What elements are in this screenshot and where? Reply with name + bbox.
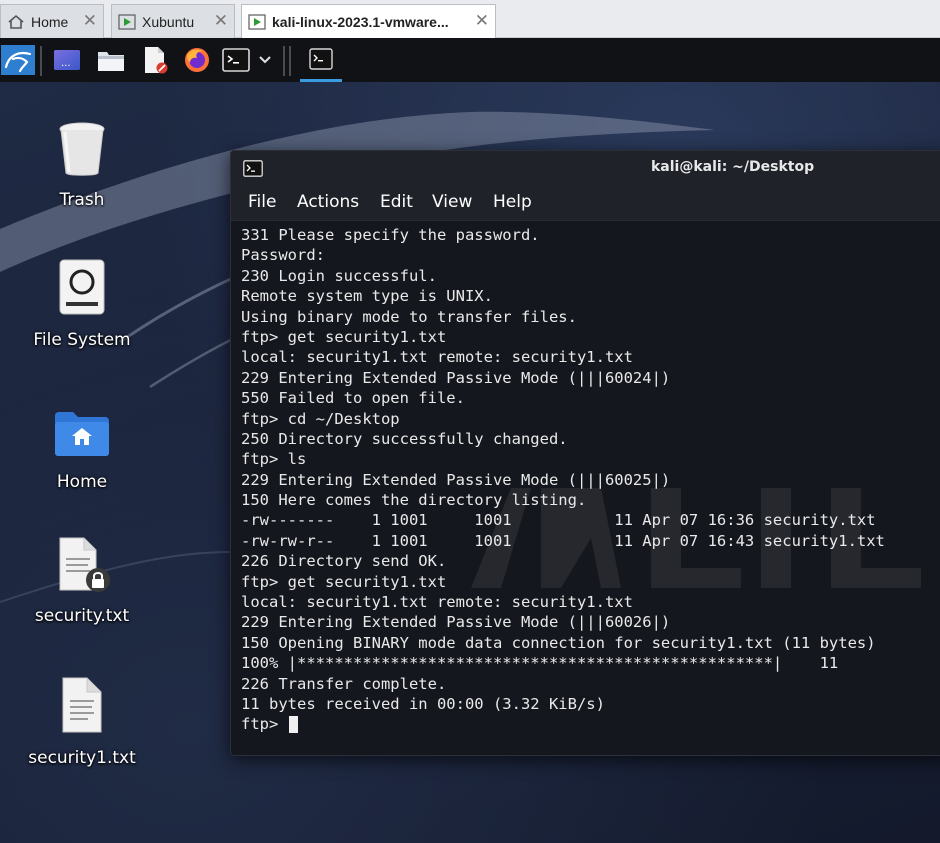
panel-separator	[289, 46, 291, 76]
panel-separator	[40, 46, 42, 76]
tab-label: Home	[31, 13, 69, 30]
desktop-icon-label: security1.txt	[28, 748, 136, 768]
panel-separator	[283, 46, 285, 76]
terminal-line: 331 Please specify the password.	[241, 226, 540, 244]
terminal-menubar: File Actions Edit View Help	[231, 185, 940, 221]
home-icon	[7, 14, 25, 30]
file-manager-icon[interactable]	[96, 45, 126, 75]
drive-icon	[58, 252, 106, 316]
terminal-line: Using binary mode to transfer files.	[241, 307, 577, 326]
desktop-icon-label: Home	[56, 472, 108, 492]
home-folder-icon	[53, 394, 111, 458]
terminal-line: 230 Login successful.	[241, 266, 437, 285]
vm-play-icon	[248, 13, 266, 30]
close-icon[interactable]: ✕	[214, 12, 228, 30]
terminal-prompt: ftp>	[241, 715, 288, 734]
kali-menu-icon[interactable]	[0, 45, 36, 75]
desktop-icon-file-system[interactable]: File System	[12, 252, 152, 350]
terminal-icon	[309, 47, 333, 70]
terminal-line: 150 Opening BINARY mode data connection …	[241, 633, 876, 652]
text-cursor	[288, 716, 298, 734]
terminal-line: local: security1.txt remote: security1.t…	[241, 348, 633, 367]
locked-file-icon	[52, 530, 112, 594]
vm-play-icon	[118, 13, 136, 30]
terminal-line: 226 Transfer complete.	[241, 674, 447, 693]
terminal-line: 229 Entering Extended Passive Mode (|||6…	[241, 470, 671, 489]
firefox-icon[interactable]	[182, 45, 212, 75]
desktop-icon[interactable]: ...	[52, 45, 82, 75]
desktop-icon-security-txt[interactable]: security.txt	[12, 530, 152, 626]
terminal-icon	[243, 160, 263, 181]
terminal-lines: 331 Please specify the password. Passwor…	[241, 225, 885, 735]
desktop-icon-label: security.txt	[34, 606, 130, 626]
terminal-line: Remote system type is UNIX.	[241, 287, 493, 306]
tab-kali-linux[interactable]: kali-linux-2023.1-vmware... ✕	[241, 4, 496, 38]
svg-text:...: ...	[61, 58, 71, 69]
terminal-line: ftp> get security1.txt	[241, 572, 447, 591]
terminal-line: 100% |**********************************…	[241, 654, 839, 673]
terminal-line: -rw-rw-r-- 1 1001 1001 11 Apr 07 16:43 s…	[241, 531, 885, 550]
menu-actions[interactable]: Actions	[297, 192, 359, 212]
terminal-line: local: security1.txt remote: security1.t…	[241, 593, 633, 612]
terminal-line: Password:	[241, 246, 325, 265]
terminal-line: 250 Directory successfully changed.	[241, 429, 568, 448]
tab-label: Xubuntu	[142, 13, 195, 30]
tab-label: kali-linux-2023.1-vmware...	[272, 13, 449, 30]
taskbar-terminal-button[interactable]	[300, 38, 342, 82]
terminal-line: 229 Entering Extended Passive Mode (|||6…	[241, 368, 671, 387]
desktop-icon-label: Trash	[59, 190, 105, 210]
close-icon[interactable]: ✕	[475, 12, 489, 30]
terminal-line: ftp> get security1.txt	[241, 327, 447, 346]
terminal-line: 550 Failed to open file.	[241, 389, 465, 408]
close-icon[interactable]: ✕	[83, 12, 97, 30]
tab-home[interactable]: Home ✕	[0, 4, 104, 38]
terminal-titlebar[interactable]: kali@kali: ~/Desktop	[231, 151, 940, 185]
terminal-icon[interactable]	[221, 45, 251, 75]
trash-icon	[57, 114, 107, 178]
terminal-title: kali@kali: ~/Desktop	[651, 159, 815, 175]
desktop-icon-label: File System	[33, 330, 131, 350]
terminal-line: -rw------- 1 1001 1001 11 Apr 07 16:36 s…	[241, 511, 876, 530]
terminal-output[interactable]: 331 Please specify the password. Passwor…	[231, 223, 940, 755]
menu-file[interactable]: File	[248, 192, 276, 212]
text-file-icon	[59, 670, 105, 734]
terminal-line: 226 Directory send OK.	[241, 552, 447, 571]
menu-view[interactable]: View	[432, 192, 472, 212]
terminal-line: 11 bytes received in 00:00 (3.32 KiB/s)	[241, 694, 605, 713]
text-editor-icon[interactable]	[140, 45, 170, 75]
menu-help[interactable]: Help	[493, 192, 532, 212]
terminal-line: 150 Here comes the directory listing.	[241, 491, 587, 510]
terminal-line: ftp> ls	[241, 450, 307, 469]
menu-edit[interactable]: Edit	[380, 192, 413, 212]
tab-xubuntu[interactable]: Xubuntu ✕	[111, 4, 235, 38]
terminal-line: 229 Entering Extended Passive Mode (|||6…	[241, 613, 671, 632]
top-panel: ...	[0, 38, 940, 82]
vm-tab-bar: Home ✕ Xubuntu ✕ kali-linux-2023.1-vmwar…	[0, 0, 940, 38]
desktop-icon-trash[interactable]: Trash	[12, 114, 152, 210]
dropdown-chevron-icon[interactable]	[253, 45, 277, 75]
terminal-line: ftp> cd ~/Desktop	[241, 409, 400, 428]
terminal-window[interactable]: kali@kali: ~/Desktop File Actions Edit V…	[230, 150, 940, 756]
desktop-icon-security1-txt[interactable]: security1.txt	[12, 670, 152, 768]
desktop-icon-home[interactable]: Home	[12, 394, 152, 492]
terminal-prompt-line[interactable]: ftp>	[241, 714, 885, 734]
